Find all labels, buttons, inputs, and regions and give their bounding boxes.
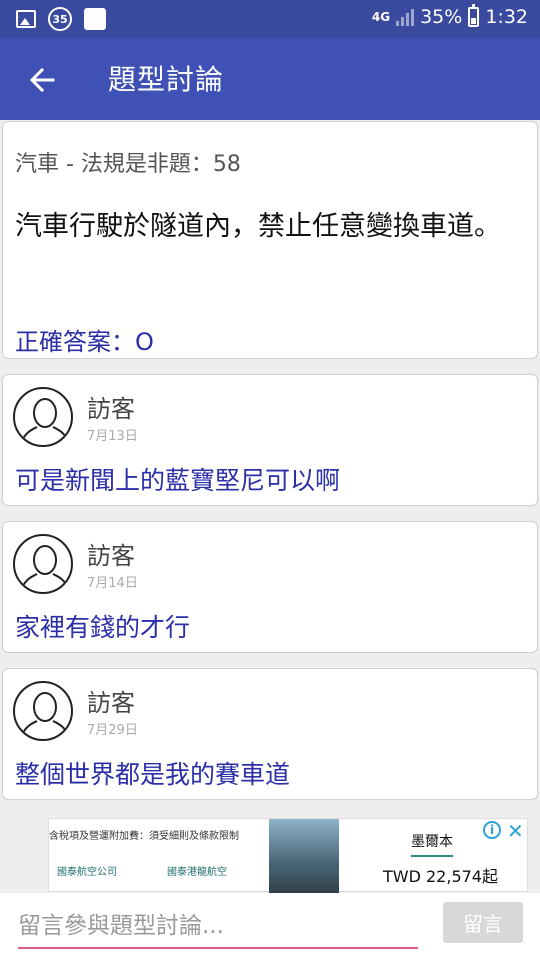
ad-logo-cathay: 國泰航空公司 — [57, 867, 117, 878]
close-icon[interactable]: ✕ — [507, 819, 524, 843]
submit-comment-button[interactable]: 留言 — [443, 902, 523, 943]
avatar — [13, 387, 73, 447]
comment-date: 7月13日 — [87, 429, 138, 444]
comment-author: 訪客 — [87, 542, 135, 570]
battery-icon — [468, 4, 480, 27]
question-card: 汽車 - 法規是非題：58 汽車行駛於隧道內，禁止任意變換車道。 正確答案：O — [2, 121, 538, 359]
comment-date: 7月14日 — [87, 576, 138, 591]
comment-text: 可是新聞上的藍寶堅尼可以啊 — [15, 466, 341, 495]
clock: 1:32 — [485, 6, 528, 28]
arrow-left-icon — [29, 67, 55, 93]
user-avatar-icon — [20, 692, 70, 739]
comment-card: 訪客 7月14日 家裡有錢的才行 — [2, 521, 538, 653]
app-bar: 題型討論 — [0, 38, 540, 120]
correct-answer: 正確答案：O — [15, 328, 154, 356]
app-notification-icon — [84, 8, 106, 30]
comment-text: 整個世界都是我的賽車道 — [15, 760, 291, 789]
back-button[interactable] — [22, 60, 62, 100]
user-avatar-icon — [20, 545, 70, 592]
comment-input[interactable] — [18, 905, 418, 949]
comment-author: 訪客 — [87, 395, 135, 423]
ad-destination: 墨爾本 — [411, 831, 453, 857]
comment-author: 訪客 — [87, 689, 135, 717]
battery-percent: 35% — [420, 6, 463, 28]
ad-price: TWD 22,574起 — [383, 867, 498, 886]
ad-logo-dragon: 國泰港龍航空 — [167, 867, 227, 878]
page-title: 題型討論 — [108, 63, 225, 96]
notification-badge-icon: 35 — [48, 7, 72, 31]
network-type: 4G — [371, 10, 391, 24]
question-category: 汽車 - 法規是非題：58 — [15, 152, 241, 177]
comment-bar: 留言 — [0, 893, 540, 960]
avatar — [13, 681, 73, 741]
signal-icon — [396, 8, 415, 26]
comment-card: 訪客 7月13日 可是新聞上的藍寶堅尼可以啊 — [2, 374, 538, 506]
info-icon[interactable]: i — [483, 821, 501, 839]
avatar — [13, 534, 73, 594]
ad-banner[interactable]: 含稅項及營運附加費：須受細則及條款限制 國泰航空公司 國泰港龍航空 墨爾本 TW… — [48, 818, 528, 893]
question-text: 汽車行駛於隧道內，禁止任意變換車道。 — [15, 211, 501, 242]
comment-card: 訪客 7月29日 整個世界都是我的賽車道 — [2, 668, 538, 800]
gallery-notification-icon — [16, 10, 36, 28]
comment-date: 7月29日 — [87, 723, 138, 738]
ad-disclaimer: 含稅項及營運附加費：須受細則及條款限制 — [49, 831, 239, 842]
comment-text: 家裡有錢的才行 — [15, 613, 191, 642]
ad-city-photo — [269, 819, 339, 893]
user-avatar-icon — [20, 398, 70, 445]
status-bar: 35 4G 35% 1:32 — [0, 0, 540, 38]
